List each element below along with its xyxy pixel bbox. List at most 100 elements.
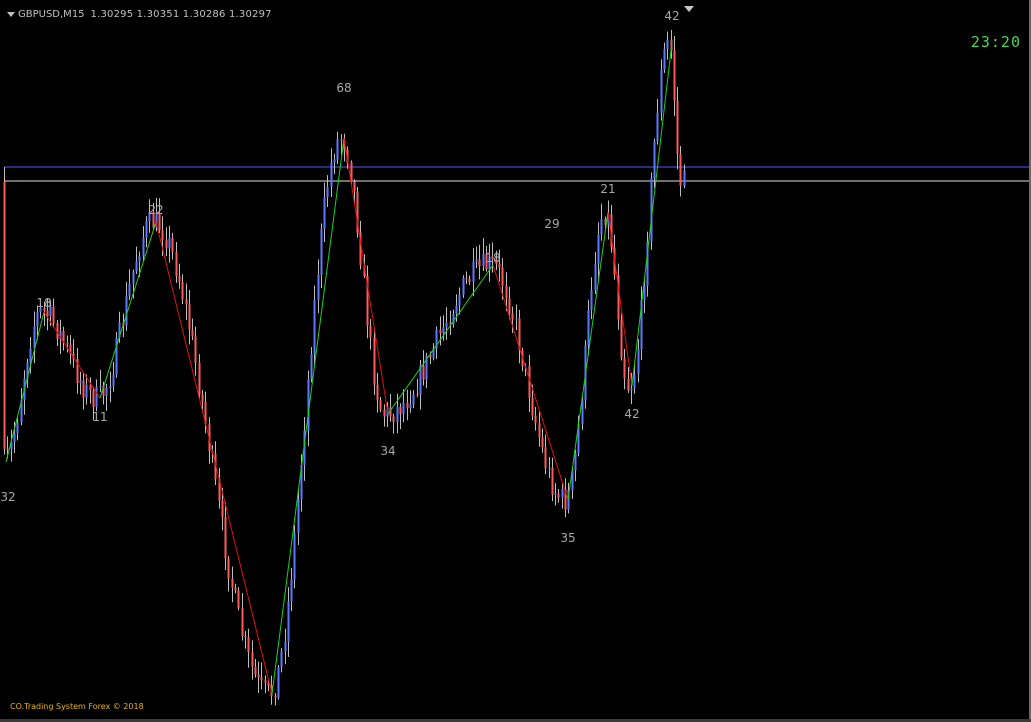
candle-body <box>165 240 168 249</box>
candle-body <box>402 402 405 415</box>
zigzag-segment <box>5 311 45 463</box>
swing-label: 11 <box>92 410 107 424</box>
candle-body <box>95 387 98 407</box>
candle-body <box>247 637 250 652</box>
swing-label: 68 <box>336 81 351 95</box>
candle-body <box>600 219 603 235</box>
candle-body <box>284 641 287 652</box>
zigzag-segment <box>155 221 273 695</box>
candle-body <box>188 304 191 330</box>
candle-body <box>234 587 237 591</box>
candle-body <box>264 680 267 683</box>
trading-chart-window[interactable]: 32 18 11 22 68 34 18 29 35 21 42 42 GBPU… <box>0 0 1031 722</box>
candle-body <box>244 635 247 638</box>
candle-body <box>383 409 386 417</box>
candle-body <box>175 251 178 277</box>
candle-body <box>633 374 636 389</box>
candle-body <box>251 651 254 667</box>
zigzag-segment <box>607 211 633 387</box>
candle-body <box>138 256 141 262</box>
candlestick-series <box>3 30 686 706</box>
zigzag-segment <box>99 221 157 399</box>
candle-body <box>412 394 415 405</box>
candle-body <box>185 299 188 305</box>
candle-body <box>260 677 263 681</box>
swing-label: 42 <box>664 9 679 23</box>
candle-body <box>548 467 551 469</box>
candle-body <box>544 447 547 469</box>
candle-body <box>478 259 481 267</box>
candle-body <box>293 532 296 580</box>
candle-body <box>416 394 419 396</box>
swing-label: 34 <box>380 444 395 458</box>
candle-body <box>128 283 131 297</box>
candle-body <box>191 329 194 337</box>
candle-body <box>637 349 640 375</box>
candle-body <box>683 170 686 186</box>
candle-body <box>16 422 19 434</box>
candle-body <box>369 325 372 338</box>
candle-body <box>534 415 537 424</box>
candle-body <box>142 237 145 257</box>
swing-label: 42 <box>624 407 639 421</box>
candle-body <box>666 39 669 49</box>
candle-body <box>274 696 277 698</box>
candle-body <box>623 358 626 379</box>
price-chart[interactable]: 32 18 11 22 68 34 18 29 35 21 42 42 <box>0 0 1031 722</box>
candle-body <box>109 385 112 388</box>
candle-body <box>112 374 115 386</box>
candle-body <box>290 579 293 602</box>
candle-body <box>630 388 633 391</box>
zigzag-segment <box>387 264 494 415</box>
swing-labels: 32 18 11 22 68 34 18 29 35 21 42 42 <box>0 9 679 545</box>
candle-body <box>442 327 445 334</box>
candle-body <box>227 558 230 579</box>
candle-body <box>531 397 534 416</box>
swing-label: 18 <box>485 251 500 265</box>
candle-body <box>376 384 379 401</box>
candle-body <box>392 416 395 423</box>
candle-body <box>323 197 326 229</box>
candle-body <box>561 489 564 498</box>
candle-body <box>161 230 164 241</box>
candle-body <box>6 448 9 450</box>
candle-body <box>557 493 560 498</box>
candle-body <box>422 365 425 380</box>
copyright-text: CO.Trading System Forex © 2018 <box>10 702 144 711</box>
swing-label: 18 <box>36 296 51 310</box>
candle-body <box>287 601 290 642</box>
candle-body <box>194 336 197 363</box>
candle-body <box>511 313 514 319</box>
candle-body <box>379 400 382 410</box>
swing-label: 21 <box>600 182 615 196</box>
candle-body <box>340 139 343 141</box>
candle-body <box>590 290 593 311</box>
candle-body <box>297 499 300 533</box>
zigzag-segment <box>43 311 101 399</box>
candle-body <box>171 238 174 252</box>
candle-body <box>132 271 135 284</box>
candle-body <box>36 312 39 327</box>
candle-body <box>458 294 461 306</box>
candle-body <box>257 674 260 678</box>
candle-body <box>429 355 432 358</box>
candle-body <box>46 310 49 317</box>
triangle-down-icon[interactable] <box>7 11 15 17</box>
candle-body <box>280 651 283 668</box>
candle-body <box>660 69 663 113</box>
candle-timer: 23:20 <box>970 33 1021 51</box>
candle-body <box>198 362 201 395</box>
candle-body <box>679 153 682 186</box>
candle-body <box>373 337 376 385</box>
candle-body <box>3 182 6 449</box>
candle-body <box>13 433 16 443</box>
candle-body <box>326 187 329 198</box>
shift-marker-icon[interactable] <box>684 6 694 12</box>
candle-body <box>505 285 508 299</box>
candle-body <box>254 666 257 675</box>
candle-body <box>79 380 82 383</box>
candle-body <box>336 139 339 160</box>
candle-body <box>445 322 448 328</box>
candle-body <box>627 378 630 391</box>
candle-body <box>541 437 544 448</box>
